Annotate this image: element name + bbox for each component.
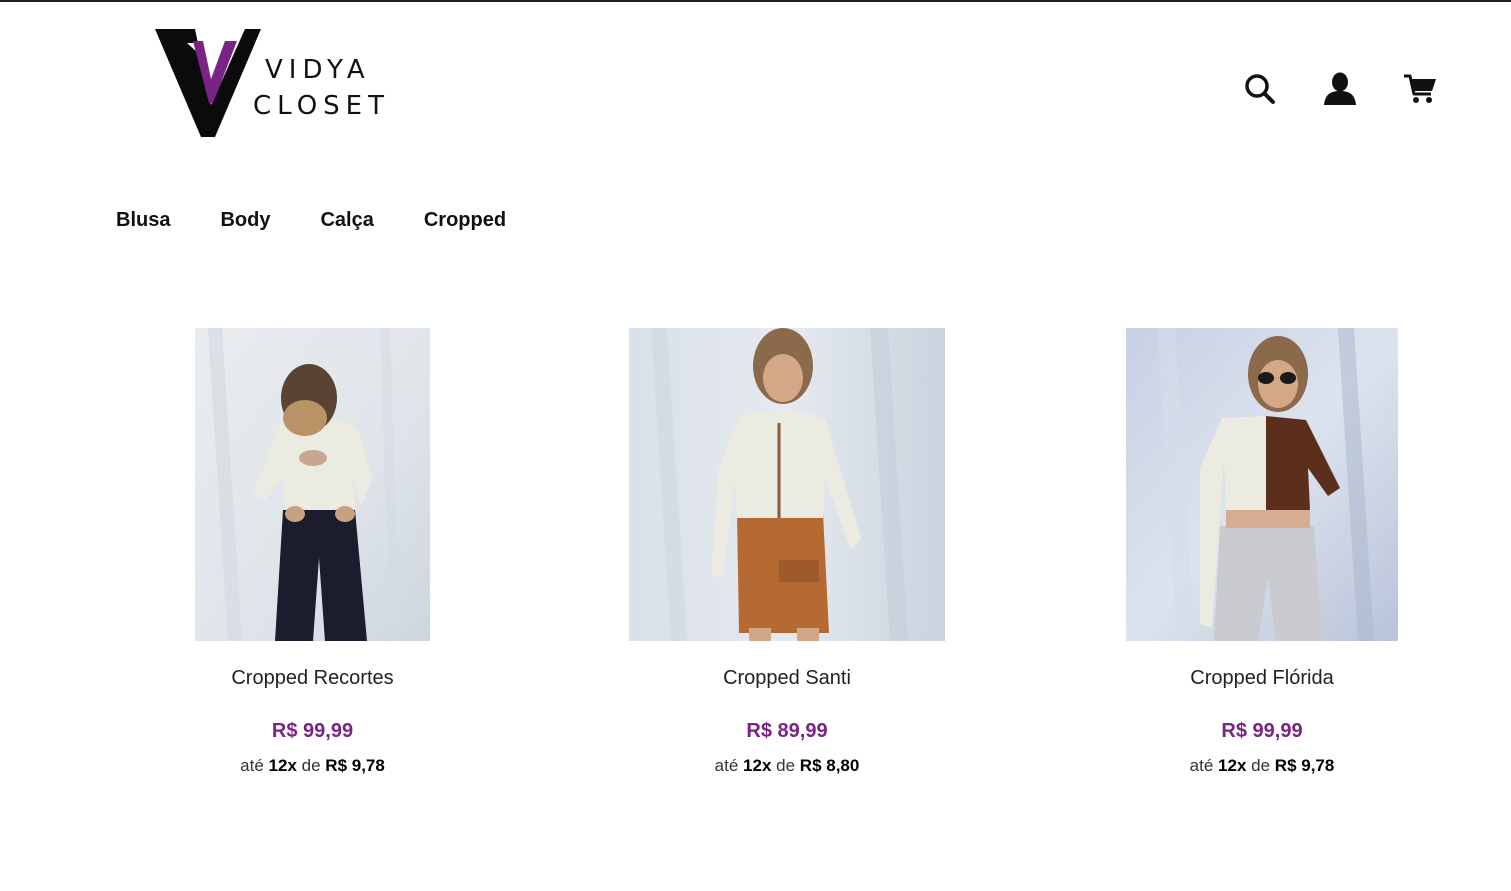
account-button[interactable] xyxy=(1323,70,1357,108)
brand-name-line1: VIDYA xyxy=(265,55,371,85)
product-price: R$ 89,99 xyxy=(746,720,828,742)
installment-value: R$ 9,78 xyxy=(1274,756,1335,775)
brand-name: VIDYA CLOSET xyxy=(253,52,390,124)
nav-item-body[interactable]: Body xyxy=(220,209,270,232)
installment-connector: de xyxy=(301,756,321,775)
installment-count: 12x xyxy=(743,756,772,775)
product-name[interactable]: Cropped Flórida xyxy=(1026,667,1498,690)
product-installments: até 12x de R$ 8,80 xyxy=(529,756,1045,776)
product-name[interactable]: Cropped Santi xyxy=(529,667,1045,690)
header-actions xyxy=(1243,70,1437,108)
product-grid: Cropped Recortes R$ 99,99 até 12x de R$ … xyxy=(0,328,1511,788)
product-installments: até 12x de R$ 9,78 xyxy=(1026,756,1498,776)
product-image[interactable] xyxy=(1126,328,1398,641)
product-price: R$ 99,99 xyxy=(271,720,354,742)
product-card[interactable]: Cropped Santi R$ 89,99 até 12x de R$ 8,8… xyxy=(629,328,945,775)
installment-count: 12x xyxy=(268,756,297,775)
nav-item-blusa[interactable]: Blusa xyxy=(116,209,170,232)
installment-prefix: até xyxy=(240,756,264,775)
cart-icon xyxy=(1404,74,1436,103)
search-button[interactable] xyxy=(1243,70,1277,108)
installment-connector: de xyxy=(776,756,796,775)
brand-logo[interactable]: VIDYA CLOSET xyxy=(153,27,413,145)
user-icon xyxy=(1324,72,1356,105)
product-price: R$ 99,99 xyxy=(1221,720,1303,742)
installment-value: R$ 9,78 xyxy=(325,756,385,775)
product-image[interactable] xyxy=(195,328,430,641)
product-name[interactable]: Cropped Recortes xyxy=(95,667,530,690)
nav-item-calca[interactable]: Calça xyxy=(320,209,373,232)
search-icon xyxy=(1245,74,1275,104)
product-image[interactable] xyxy=(629,328,945,641)
product-card[interactable]: Cropped Recortes R$ 99,99 até 12x de R$ … xyxy=(195,328,430,775)
installment-count: 12x xyxy=(1218,756,1247,775)
installment-value: R$ 8,80 xyxy=(799,756,860,775)
category-nav: Blusa Body Calça Cropped xyxy=(116,209,506,232)
product-installments: até 12x de R$ 9,78 xyxy=(95,756,530,776)
logo-v-mark xyxy=(155,29,261,137)
installment-prefix: até xyxy=(714,756,739,775)
installment-prefix: até xyxy=(1189,756,1214,775)
product-card[interactable]: Cropped Flórida R$ 99,99 até 12x de R$ 9… xyxy=(1126,328,1398,775)
installment-connector: de xyxy=(1251,756,1271,775)
cart-button[interactable] xyxy=(1403,70,1437,108)
nav-item-cropped[interactable]: Cropped xyxy=(424,209,506,232)
brand-name-line2: CLOSET xyxy=(253,91,390,121)
